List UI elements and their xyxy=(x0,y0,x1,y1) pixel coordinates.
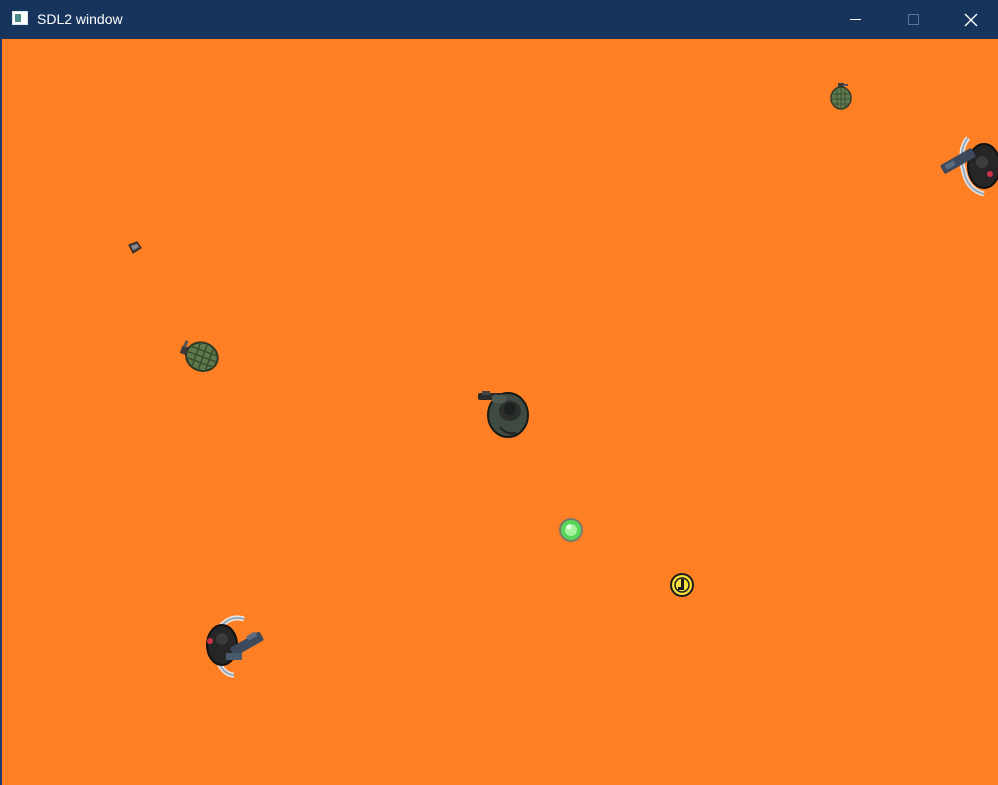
minimize-icon xyxy=(849,19,861,20)
sdl2-window: SDL2 window xyxy=(0,0,998,785)
grenade-icon xyxy=(830,83,852,110)
robot-gunner-icon xyxy=(206,615,264,678)
ammo-clip xyxy=(128,241,142,254)
ammo-icon xyxy=(128,241,142,254)
game-canvas[interactable] xyxy=(2,39,998,785)
close-button[interactable] xyxy=(942,0,998,39)
gold-coin xyxy=(670,573,694,597)
coin-icon xyxy=(670,573,694,597)
soldier-icon xyxy=(478,391,529,438)
grenade-icon xyxy=(179,340,219,372)
grenade-small xyxy=(830,83,852,110)
green-orb-icon xyxy=(559,518,583,542)
app-window-icon xyxy=(12,11,28,25)
enemy-robot-upper-right xyxy=(940,136,998,197)
health-orb xyxy=(559,518,583,542)
close-icon xyxy=(964,13,978,26)
maximize-button[interactable] xyxy=(884,0,942,39)
maximize-icon xyxy=(907,14,919,25)
enemy-robot-lower-left xyxy=(206,615,264,678)
minimize-button[interactable] xyxy=(826,0,884,39)
grenade-large xyxy=(179,340,219,372)
player-soldier xyxy=(478,391,529,438)
robot-gunner-icon xyxy=(940,136,998,197)
title-bar[interactable]: SDL2 window xyxy=(0,0,998,39)
window-title: SDL2 window xyxy=(37,11,123,27)
